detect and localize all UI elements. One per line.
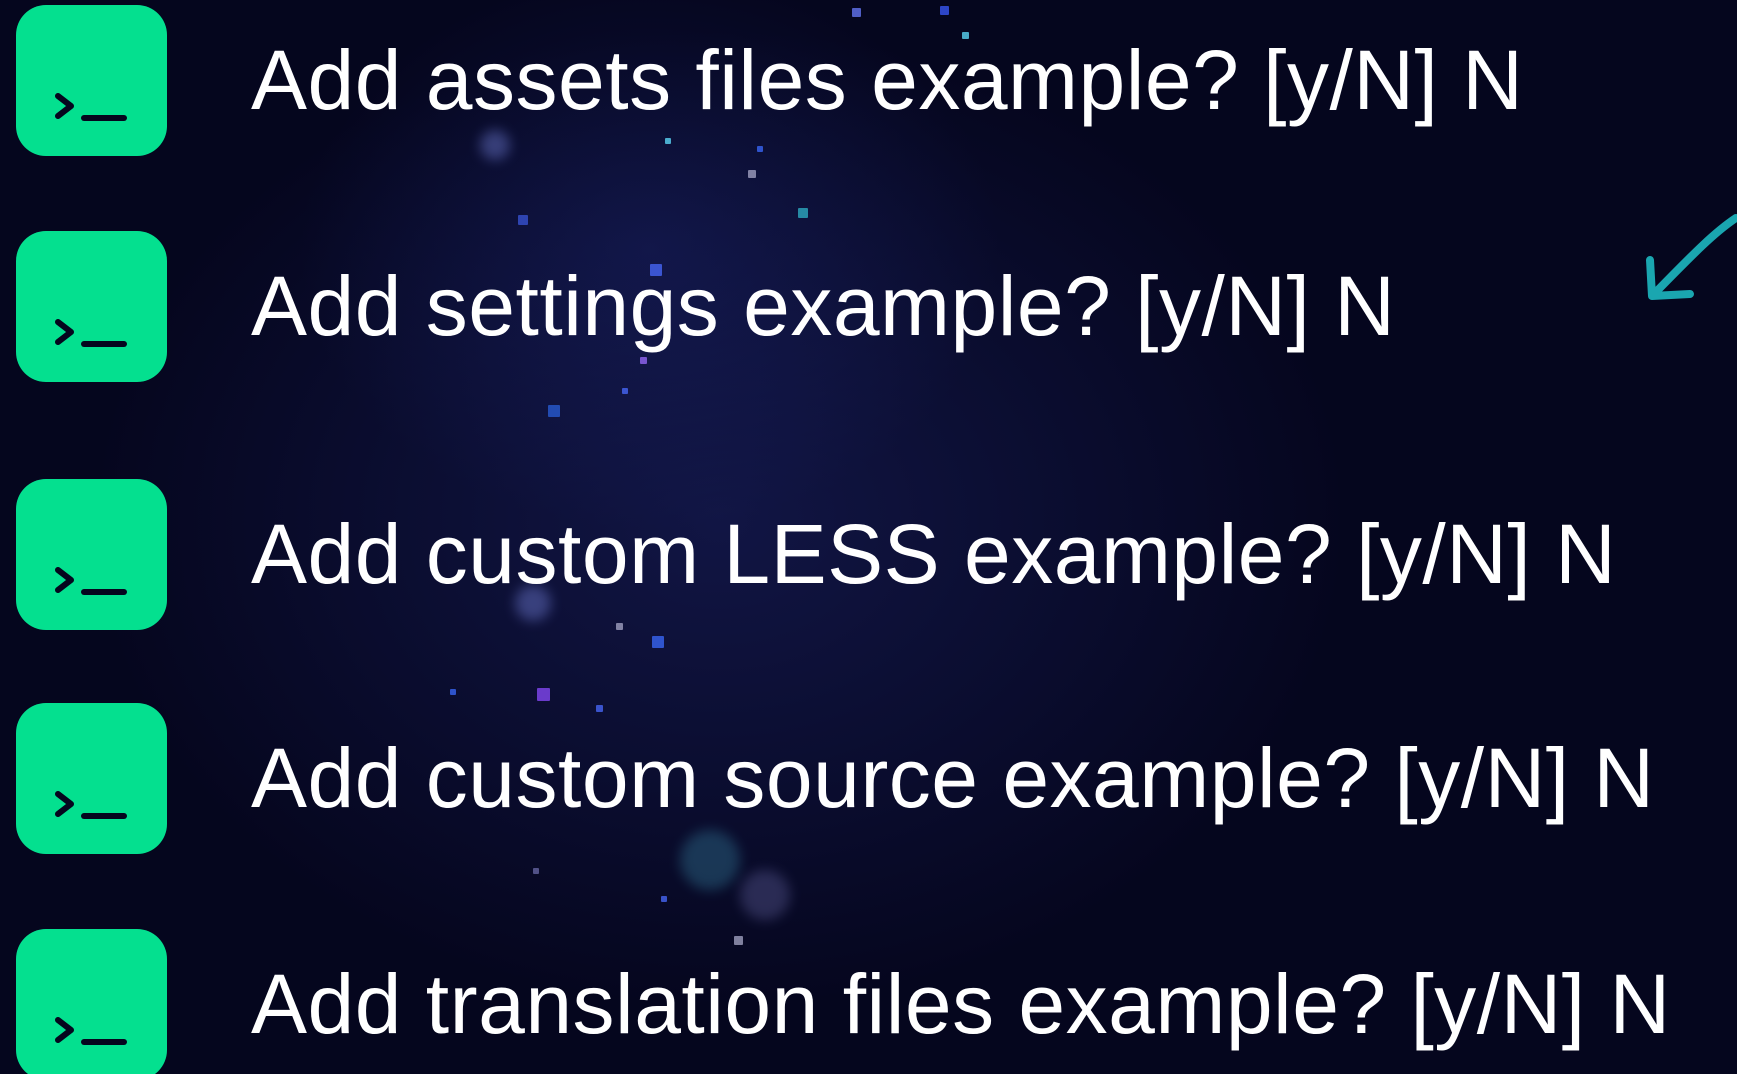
background-particle	[537, 688, 550, 701]
prompt-row: Add settings example? [y/N] N	[16, 230, 1395, 382]
background-particle	[661, 896, 667, 902]
background-particle	[548, 405, 560, 417]
prompt-row: Add custom source example? [y/N] N	[16, 702, 1655, 854]
background-particle	[450, 689, 456, 695]
background-glow	[740, 870, 790, 920]
terminal-prompts-slide: Add assets files example? [y/N] N Add se…	[0, 0, 1737, 1074]
prompt-text: Add custom LESS example? [y/N] N	[251, 507, 1617, 601]
background-particle	[622, 388, 628, 394]
prompt-text: Add settings example? [y/N] N	[251, 259, 1396, 353]
terminal-icon	[16, 4, 167, 156]
curved-arrow-icon	[1646, 214, 1737, 300]
prompt-text: Add assets files example? [y/N] N	[251, 33, 1524, 127]
prompt-row: Add custom LESS example? [y/N] N	[16, 478, 1616, 630]
terminal-icon	[16, 928, 167, 1074]
background-particle	[748, 170, 756, 178]
background-particle	[652, 636, 664, 648]
terminal-icon	[16, 478, 167, 630]
terminal-icon	[16, 702, 167, 854]
terminal-icon	[16, 230, 167, 382]
background-particle	[533, 868, 539, 874]
background-particle	[798, 208, 808, 218]
background-particle	[518, 215, 528, 225]
prompt-text: Add translation files example? [y/N] N	[251, 957, 1671, 1051]
prompt-row: Add translation files example? [y/N] N	[16, 928, 1671, 1074]
prompt-row: Add assets files example? [y/N] N	[16, 4, 1523, 156]
prompt-text: Add custom source example? [y/N] N	[251, 731, 1655, 825]
